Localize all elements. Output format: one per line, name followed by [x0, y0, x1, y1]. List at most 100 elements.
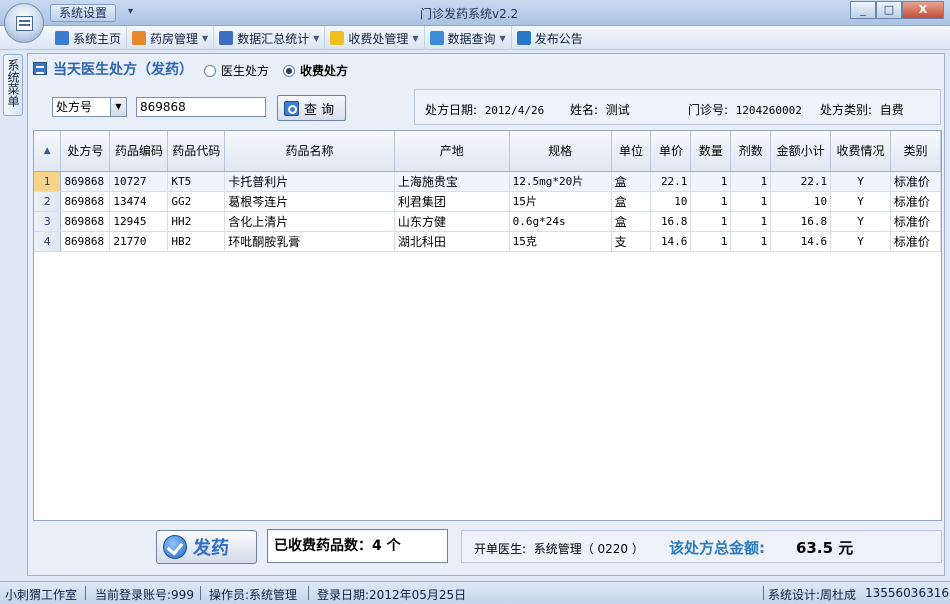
status-separator [200, 586, 201, 600]
table-corner-icon[interactable]: ▲ [34, 131, 62, 172]
status-studio: 小刺猬工作室 [5, 588, 78, 602]
column-header[interactable]: 剂数 [730, 131, 772, 172]
search-input[interactable] [136, 97, 266, 117]
table-cell: 标准价 [890, 191, 941, 212]
table-cell: 标准价 [890, 171, 941, 192]
table-cell: 10 [650, 191, 692, 212]
column-header[interactable]: 处方号 [60, 131, 111, 172]
drug-table[interactable]: ▲ 处方号 药品编码 药品代码 药品名称 产地 规格 单位 单价 数量 剂数 金额小计 收费情况 类别 1… [33, 130, 942, 521]
table-cell: GG2 [167, 191, 226, 212]
table-cell: Y [830, 231, 891, 252]
prescription-date: 处方日期: 2012/4/26 [425, 103, 545, 117]
search-icon [284, 100, 299, 116]
side-tab-system-menu[interactable]: 系统菜单 [3, 54, 23, 116]
table-cell: 环吡酮胺乳膏 [224, 231, 395, 252]
table-cell: 标准价 [890, 211, 941, 232]
table-row[interactable]: 4 869868 21770 HB2 环吡酮胺乳膏 湖北科田 15克支 14.6 1 1 14.6 Y… [34, 231, 941, 252]
menu-item-2[interactable]: 药房管理 ▼ [127, 26, 215, 50]
table-cell: 1 [690, 171, 732, 192]
close-button[interactable]: X [902, 1, 944, 19]
column-header[interactable]: 单位 [611, 131, 652, 172]
table-cell: 1 [690, 191, 732, 212]
table-cell: 1 [730, 171, 772, 192]
table-cell: 869868 [60, 191, 111, 212]
search-field-select[interactable]: 处方号 ▼ [52, 97, 127, 117]
status-separator [763, 586, 764, 600]
column-header[interactable]: 药品名称 [224, 131, 395, 172]
dispense-button[interactable]: 发药 [156, 530, 257, 564]
table-cell: KT5 [167, 171, 226, 192]
summary-box: 开单医生: 系统管理（ 0220 ） 该处方总金额: 63.5 元 [461, 530, 942, 563]
column-header[interactable]: 药品代码 [167, 131, 226, 172]
notice-icon [516, 31, 531, 45]
table-cell: 14.6 [650, 231, 692, 252]
panel-title: 当天医生处方（发药） [53, 62, 193, 78]
radio-circle-icon [204, 64, 216, 77]
table-cell: 盒 [611, 171, 652, 192]
menu-item-label: 系统主页 [73, 31, 122, 46]
table-cell: 10727 [109, 171, 169, 192]
table-cell: 标准价 [890, 231, 941, 252]
column-header[interactable]: 金额小计 [770, 131, 832, 172]
table-cell: 含化上清片 [224, 211, 395, 232]
table-cell: 1 [730, 211, 772, 232]
table-row[interactable]: 1 869868 10727 KT5 卡托普利片 上海施贵宝 12.5mg*20片盒 22.1… [34, 171, 941, 192]
table-cell: 10 [770, 191, 832, 212]
table-cell: 12945 [109, 211, 169, 232]
chevron-down-icon[interactable]: ▼ [110, 98, 126, 116]
query-button[interactable]: 查 询 [277, 95, 346, 121]
row-number[interactable]: 1 [34, 171, 62, 192]
column-header[interactable]: 单价 [650, 131, 692, 172]
patient-name: 姓名: 测试 [570, 103, 630, 117]
menu-item-label: 发布公告 [534, 31, 583, 46]
menu-item-1[interactable]: 系统主页 [50, 26, 128, 50]
table-cell: 14.6 [770, 231, 832, 252]
radio-doctor-prescription[interactable]: 医生处方 [204, 62, 269, 79]
column-header[interactable]: 类别 [890, 131, 941, 172]
check-icon [163, 535, 187, 559]
column-header[interactable]: 规格 [509, 131, 612, 172]
menu-item-4[interactable]: 收费处管理 ▼ [325, 26, 425, 50]
table-cell: 盒 [611, 211, 652, 232]
status-bar: 小刺猬工作室 当前登录账号:999 操作员:系统管理 登录日期:2012年05月… [0, 581, 950, 604]
menu-item-3[interactable]: 数据汇总统计 ▼ [214, 26, 326, 50]
table-cell: 上海施贵宝 [394, 171, 510, 192]
star-icon [330, 31, 345, 45]
table-cell: 869868 [60, 211, 111, 232]
row-number[interactable]: 2 [34, 191, 62, 212]
table-cell: 16.8 [650, 211, 692, 232]
minimize-button[interactable]: _ [850, 1, 876, 19]
column-header[interactable]: 收费情况 [830, 131, 891, 172]
table-row[interactable]: 2 869868 13474 GG2 葛根芩连片 利君集团 15片盒 10 1 1 10 Y 标准价 [34, 191, 941, 212]
column-header[interactable]: 药品编码 [109, 131, 169, 172]
row-number[interactable]: 3 [34, 211, 62, 232]
status-separator [308, 586, 309, 600]
quick-menu-system-settings[interactable]: 系统设置 [50, 4, 117, 22]
table-cell: Y [830, 211, 891, 232]
menu-item-5[interactable]: 数据查询 ▼ [425, 26, 512, 50]
table-cell: Y [830, 171, 891, 192]
table-cell: 869868 [60, 171, 111, 192]
maximize-button[interactable]: □ [876, 1, 902, 19]
table-cell: 卡托普利片 [224, 171, 395, 192]
table-cell: 盒 [611, 191, 652, 212]
radio-selected-icon [283, 64, 295, 77]
home-icon [55, 31, 69, 45]
menu-item-label: 收费处管理 [348, 31, 409, 46]
table-cell: HH2 [167, 211, 226, 232]
chart-icon [219, 31, 234, 45]
table-row[interactable]: 3 869868 12945 HH2 含化上清片 山东方健 0.6g*24s 盒 16.8 1 1 1… [34, 211, 941, 232]
menu-item-6[interactable]: 发布公告 [512, 26, 588, 50]
quick-access-dropdown-icon[interactable]: ▾ [128, 6, 133, 17]
query-icon [429, 31, 444, 45]
column-header[interactable]: 产地 [394, 131, 510, 172]
radio-charge-prescription[interactable]: 收费处方 [283, 62, 348, 79]
app-menu-orb-button[interactable] [4, 3, 44, 43]
table-cell: 1 [690, 211, 732, 232]
chevron-down-icon: ▼ [202, 33, 209, 43]
row-number[interactable]: 4 [34, 231, 62, 252]
chevron-down-icon: ▼ [499, 33, 506, 43]
app-menu-icon [16, 16, 33, 31]
status-separator [85, 586, 86, 600]
column-header[interactable]: 数量 [690, 131, 732, 172]
